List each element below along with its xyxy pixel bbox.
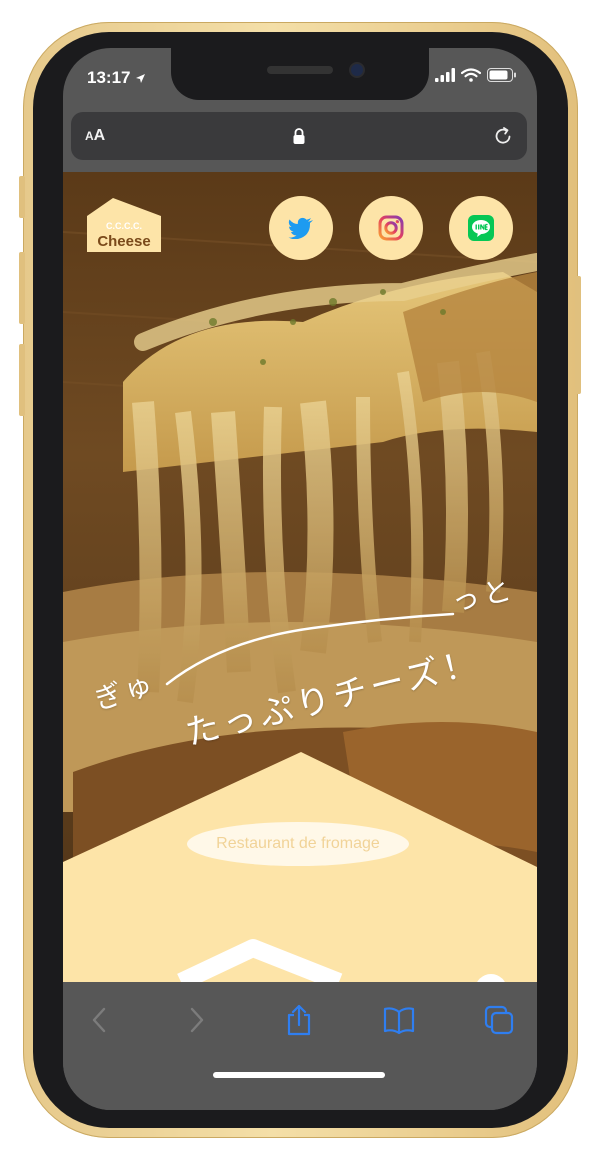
phone-screen: 13:17 AA C.C.C.C. Cheese ぎゅ っと たっぷりチーズ！ … (63, 48, 537, 1110)
bookmarks-button[interactable] (381, 1002, 417, 1038)
restaurant-card (63, 752, 537, 982)
status-time-label: 13:17 (87, 68, 131, 87)
book-icon (383, 1007, 415, 1034)
power-button (575, 276, 581, 394)
status-time: 13:17 (87, 68, 146, 88)
web-page: C.C.C.C. Cheese ぎゅ っと たっぷりチーズ！ Restauran… (63, 172, 537, 982)
share-button[interactable] (281, 1002, 317, 1038)
line-icon (468, 215, 494, 241)
restaurant-label[interactable]: Restaurant de fromage (187, 822, 409, 866)
logo-line1: C.C.C.C. (106, 221, 142, 231)
safari-toolbar (63, 982, 537, 1110)
front-camera (351, 64, 363, 76)
back-button[interactable] (81, 1002, 117, 1038)
site-logo[interactable]: C.C.C.C. Cheese (85, 194, 163, 259)
line-button[interactable] (449, 196, 513, 260)
text-size-button[interactable]: AA (85, 127, 105, 145)
instagram-icon (378, 215, 404, 241)
twitter-icon (288, 217, 313, 239)
status-icons (435, 68, 517, 82)
battery-icon (487, 68, 516, 82)
cheese-logo-icon: C.C.C.C. Cheese (87, 198, 161, 252)
volume-down-button (19, 344, 25, 416)
tabs-button[interactable] (481, 1002, 517, 1038)
volume-up-button (19, 252, 25, 324)
reload-icon[interactable] (493, 126, 513, 146)
chevron-right-icon (190, 1007, 204, 1033)
notch (171, 48, 429, 100)
tabs-icon (484, 1005, 514, 1035)
chevron-left-icon (92, 1007, 106, 1033)
home-indicator[interactable] (213, 1072, 385, 1078)
lock-icon (293, 128, 305, 144)
wifi-icon (461, 68, 481, 82)
twitter-button[interactable] (269, 196, 333, 260)
mute-switch (19, 176, 25, 218)
cellular-signal-icon (435, 68, 455, 82)
location-arrow-icon (136, 73, 146, 83)
logo-line2: Cheese (97, 233, 150, 250)
speaker-grille (267, 66, 333, 74)
instagram-button[interactable] (359, 196, 423, 260)
forward-button[interactable] (179, 1002, 215, 1038)
address-bar[interactable]: AA (71, 112, 527, 160)
share-icon (287, 1004, 311, 1036)
